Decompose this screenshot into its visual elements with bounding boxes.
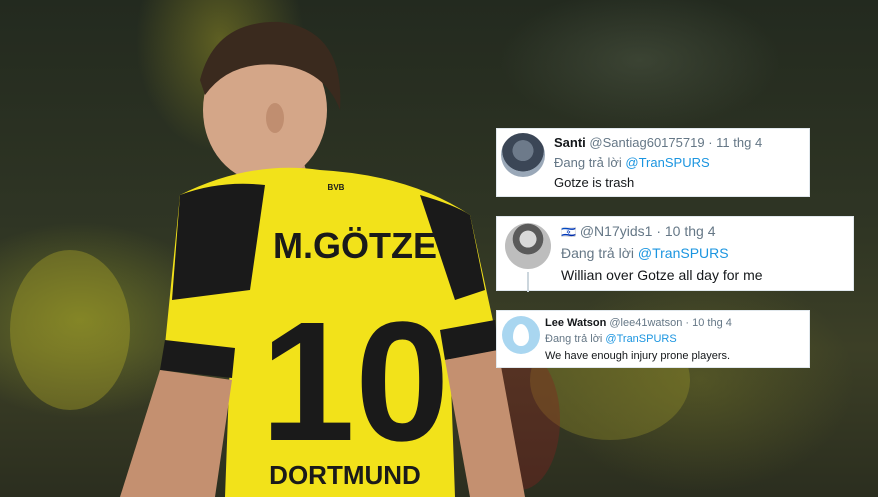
egg-icon [513,324,529,346]
tweet-text: We have enough injury prone players. [545,350,731,362]
jersey-number: 10 [260,287,449,477]
reply-to-link[interactable]: @TranSPURS [605,333,676,345]
reply-tweet-2: 🇮🇱 @N17yids1 · 10 thg 4 Đang trả lời @Tr… [496,216,854,292]
user-handle[interactable]: @Santiag60175719 [589,135,704,150]
user-name[interactable]: Lee Watson [545,317,606,329]
reply-prefix: Đang trả lời [545,333,603,345]
reply-prefix: Đang trả lời [561,245,634,261]
reply-context: Đang trả lời @TranSPURS [561,245,729,261]
flag-icon: 🇮🇱 [561,225,576,239]
tweet-header: Santi @Santiag60175719 · 11 thg 4 [554,135,762,150]
egg-avatar[interactable] [502,316,540,354]
tweet-header: 🇮🇱 @N17yids1 · 10 thg 4 [561,223,715,239]
tweet-text: Willian over Gotze all day for me [561,267,763,283]
reply-tweet-3: Lee Watson @lee41watson · 10 thg 4 Đang … [496,310,810,368]
tweet-header: Lee Watson @lee41watson · 10 thg 4 [545,317,732,329]
jersey-brand: BVB [328,183,345,192]
avatar[interactable] [501,133,545,177]
reply-tweet-1: Santi @Santiag60175719 · 11 thg 4 Đang t… [496,128,810,197]
reply-context: Đang trả lời @TranSPURS [545,333,677,345]
tweet-date[interactable]: 10 thg 4 [665,223,716,239]
tweet-text: Gotze is trash [554,175,635,190]
jersey-name: M.GÖTZE [273,225,437,266]
reply-to-link[interactable]: @TranSPURS [638,245,729,261]
separator-dot: · [708,135,713,150]
user-handle[interactable]: @N17yids1 [580,223,653,239]
tweet-date[interactable]: 10 thg 4 [692,317,732,329]
jersey-club: DORTMUND [269,460,421,490]
separator-dot: · [656,223,661,239]
reply-context: Đang trả lời @TranSPURS [554,155,710,170]
reply-to-link[interactable]: @TranSPURS [625,155,709,170]
separator-dot: · [685,317,690,329]
thread-line [527,272,529,292]
avatar[interactable] [505,223,551,269]
user-handle[interactable]: @lee41watson [609,317,682,329]
reply-prefix: Đang trả lời [554,155,622,170]
tweet-date[interactable]: 11 thg 4 [716,135,762,150]
user-name[interactable]: Santi [554,135,586,150]
